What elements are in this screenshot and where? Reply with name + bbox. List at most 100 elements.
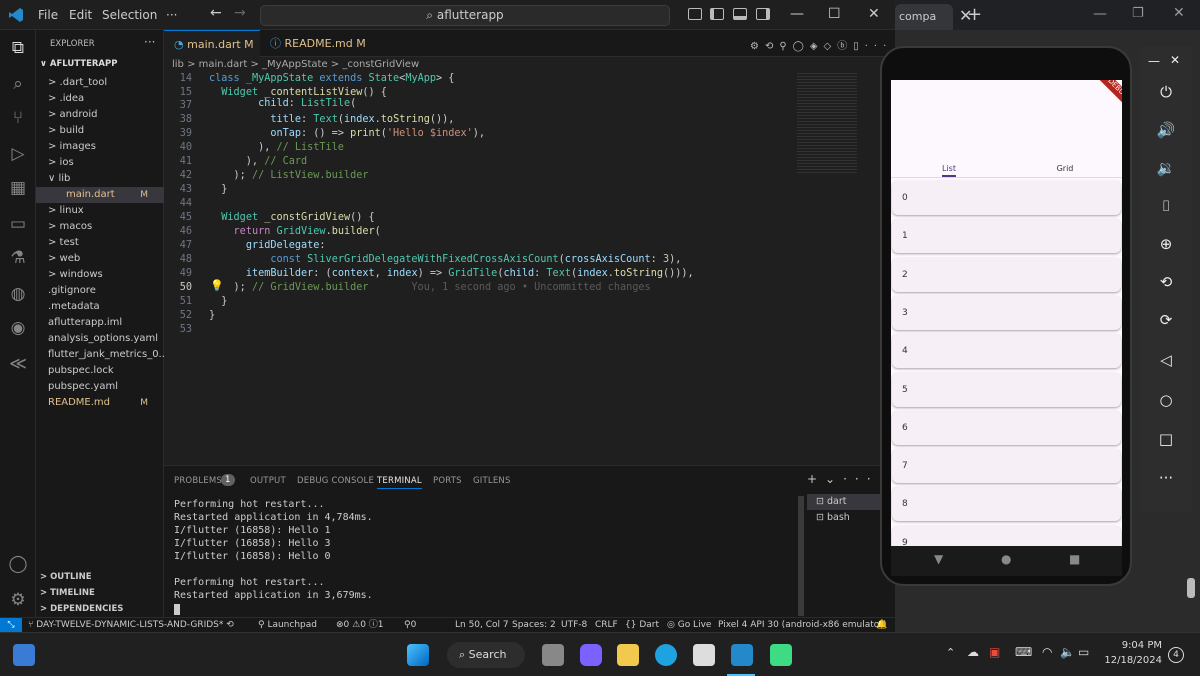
list-tile[interactable]: 0: [892, 181, 1121, 215]
browser-minimize-icon[interactable]: —: [1093, 6, 1107, 22]
tab-terminal[interactable]: TERMINAL: [377, 476, 422, 489]
emu-close-icon[interactable]: ✕: [1170, 53, 1180, 67]
tree-item[interactable]: pubspec.lock: [36, 363, 164, 379]
editor-actions-icons[interactable]: ⚙⟲⚲◯◈◇ⓑ▯···: [750, 37, 892, 52]
outline-section[interactable]: > OUTLINE: [36, 569, 164, 585]
rotate-right-icon[interactable]: ⟳: [1156, 310, 1176, 330]
toggle-panel-icon[interactable]: [733, 8, 747, 20]
terminal-scrollbar[interactable]: [798, 496, 804, 616]
toggle-secondary-sidebar-icon[interactable]: [756, 8, 770, 20]
tree-item[interactable]: ∨ lib: [36, 171, 164, 187]
clock-time[interactable]: 9:04 PM: [1108, 640, 1162, 651]
line-endings[interactable]: CRLF: [595, 618, 618, 632]
tree-item[interactable]: main.dart M: [36, 187, 164, 203]
clock-date[interactable]: 12/18/2024: [1100, 655, 1162, 666]
run-debug-icon[interactable]: ▷: [8, 144, 28, 164]
launchpad-status[interactable]: ⚲ Launchpad: [258, 618, 317, 632]
tray-chevron-icon[interactable]: ⌃: [946, 646, 955, 659]
list-tile[interactable]: 2: [892, 257, 1121, 292]
taskbar-search[interactable]: ⌕ Search: [447, 642, 525, 668]
windows-start-icon[interactable]: [407, 644, 429, 666]
tree-item[interactable]: .metadata: [36, 299, 164, 315]
tab-main-dart[interactable]: ◔ main.dart M: [164, 30, 260, 57]
overview-icon[interactable]: □: [1156, 429, 1176, 449]
back-arrow-icon[interactable]: ←: [210, 5, 222, 21]
volume-icon[interactable]: 🔈: [1060, 645, 1075, 659]
tree-item[interactable]: > linux: [36, 203, 164, 219]
forward-arrow-icon[interactable]: →: [234, 5, 246, 21]
go-live[interactable]: ◎ Go Live: [667, 618, 711, 632]
list-tile[interactable]: 7: [892, 449, 1121, 484]
list-tile[interactable]: 8: [892, 487, 1121, 522]
explorer-more-icon[interactable]: ···: [144, 35, 155, 49]
menu-edit[interactable]: Edit: [69, 8, 92, 22]
tab-gitlens[interactable]: GITLENS: [473, 476, 511, 486]
tree-item[interactable]: > android: [36, 107, 164, 123]
layout-icon[interactable]: [688, 8, 702, 20]
tree-item[interactable]: .gitignore: [36, 283, 164, 299]
list-tile[interactable]: 3: [892, 295, 1121, 330]
tree-item[interactable]: analysis_options.yaml: [36, 331, 164, 347]
remote-explorer-icon[interactable]: ▭: [8, 214, 28, 234]
more-icon[interactable]: ···: [1156, 468, 1176, 488]
toggle-sidebar-icon[interactable]: [710, 8, 724, 20]
tab-grid[interactable]: Grid: [1007, 164, 1122, 173]
list-tile[interactable]: 5: [892, 372, 1121, 407]
cursor-position[interactable]: Ln 50, Col 7: [455, 618, 509, 632]
volume-up-icon[interactable]: 🔊: [1156, 120, 1176, 140]
tree-item[interactable]: pubspec.yaml: [36, 379, 164, 395]
lightbulb-icon[interactable]: 💡: [210, 279, 224, 292]
maximize-icon[interactable]: ☐: [828, 6, 841, 22]
tree-item[interactable]: > ios: [36, 155, 164, 171]
zoom-icon[interactable]: ⊕: [1156, 234, 1176, 254]
problems-status[interactable]: ⊗0 ⚠0 ⓘ1: [336, 618, 384, 632]
source-control-icon[interactable]: ⑂: [8, 108, 28, 128]
list-tile[interactable]: 4: [892, 334, 1121, 369]
camera-icon[interactable]: ⌷: [1156, 196, 1176, 216]
breadcrumb[interactable]: lib > main.dart > _MyAppState > _constGr…: [164, 57, 895, 73]
tree-item[interactable]: aflutterapp.iml: [36, 315, 164, 331]
edge-icon[interactable]: [655, 644, 677, 666]
dependencies-section[interactable]: > DEPENDENCIES: [36, 601, 164, 617]
nav-home-icon[interactable]: ●: [1001, 552, 1011, 566]
tree-item[interactable]: > images: [36, 139, 164, 155]
minimap[interactable]: [793, 73, 873, 465]
browser-tab[interactable]: compa: [895, 4, 953, 30]
tab-ports[interactable]: PORTS: [433, 476, 462, 486]
command-center-search[interactable]: ⌕ aflutterapp: [260, 5, 670, 26]
explorer-icon[interactable]: ⧉: [8, 38, 28, 58]
list-tile[interactable]: 1: [892, 219, 1121, 254]
list-tile[interactable]: 9: [892, 525, 1121, 546]
nav-back-icon[interactable]: ▼: [934, 552, 943, 566]
notifications-bell-icon[interactable]: 🔔: [876, 618, 887, 632]
emulator-screen[interactable]: DEBUG List Grid 0123456789: [891, 80, 1122, 546]
tray-app-icon[interactable]: ▣: [989, 645, 1000, 659]
task-view-icon[interactable]: [542, 644, 564, 666]
nav-recents-icon[interactable]: ■: [1069, 552, 1080, 566]
extensions-icon[interactable]: ▦: [8, 178, 28, 198]
ports-status[interactable]: ⚲0: [404, 618, 416, 632]
battery-icon[interactable]: ▭: [1078, 645, 1089, 659]
code-editor[interactable]: 14 class _MyAppState extends State<MyApp>…: [164, 73, 794, 465]
language-mode[interactable]: {} Dart: [625, 618, 659, 632]
rotate-left-icon[interactable]: ⟲: [1156, 272, 1176, 292]
tree-item[interactable]: > .dart_tool: [36, 75, 164, 91]
new-tab-icon[interactable]: +: [967, 4, 982, 25]
minimize-icon[interactable]: —: [790, 6, 804, 22]
teams-icon[interactable]: [580, 644, 602, 666]
tab-readme[interactable]: ⓘ README.md M: [260, 30, 370, 57]
vscode-taskbar-icon[interactable]: [731, 644, 753, 666]
browser-scrollbar[interactable]: [1187, 578, 1195, 598]
tree-item[interactable]: > test: [36, 235, 164, 251]
account-icon[interactable]: ◯: [8, 554, 28, 574]
settings-gear-icon[interactable]: ⚙: [8, 590, 28, 610]
tab-problems[interactable]: PROBLEMS: [174, 476, 222, 486]
branch-status[interactable]: ⑂ DAY-TWELVE-DYNAMIC-LISTS-AND-GRIDS* ⟲: [28, 618, 234, 632]
volume-down-icon[interactable]: 🔉: [1156, 158, 1176, 178]
tree-item[interactable]: README.md M: [36, 395, 164, 411]
weather-icon[interactable]: ☁: [967, 645, 979, 659]
testing-icon[interactable]: ⚗: [8, 248, 28, 268]
gitlens-icon[interactable]: ◉: [8, 318, 28, 338]
notification-badge[interactable]: 4: [1168, 647, 1184, 663]
search-activity-icon[interactable]: ⌕: [8, 74, 28, 94]
